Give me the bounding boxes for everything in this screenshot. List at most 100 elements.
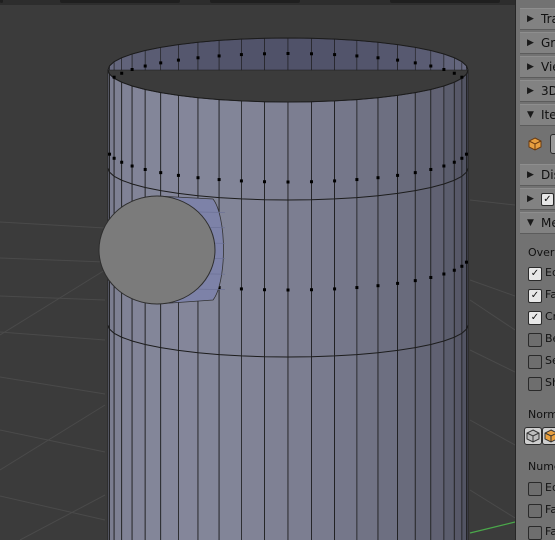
- outer-wall-face: [241, 100, 265, 540]
- face-dot: [396, 281, 400, 285]
- face-dot: [355, 54, 359, 58]
- face-dot: [159, 61, 163, 65]
- face-dot: [355, 178, 359, 182]
- collapsed-triangle-icon: ▶: [527, 62, 534, 72]
- face-dot: [112, 75, 116, 79]
- panel-header-display[interactable]: ▶Dis: [520, 164, 555, 186]
- collapsed-triangle-icon: ▶: [527, 86, 534, 96]
- outer-wall-face: [287, 101, 312, 540]
- face-dot: [196, 56, 200, 60]
- face-dot: [263, 180, 267, 184]
- face-dot: [333, 179, 337, 183]
- face-dot: [239, 287, 243, 291]
- outer-wall-face: [377, 94, 398, 540]
- face-dot: [452, 268, 456, 272]
- inner-wall-face: [241, 37, 265, 71]
- outer-wall-face: [218, 99, 242, 540]
- face-dot: [413, 279, 417, 283]
- object-name-field[interactable]: [550, 134, 555, 154]
- numerics-label: Nume: [528, 460, 555, 473]
- mesh-view[interactable]: [0, 0, 515, 540]
- expanded-triangle-icon: ▼: [527, 218, 534, 228]
- panel-header-item[interactable]: ▼Ite: [520, 104, 555, 126]
- checkbox-unchecked[interactable]: [528, 482, 542, 496]
- face-dot: [442, 272, 446, 276]
- inner-wall-face: [356, 40, 379, 71]
- face-dot: [239, 53, 243, 57]
- face-normals-icon[interactable]: [542, 427, 555, 445]
- face-dot: [108, 152, 112, 156]
- collapsed-triangle-icon: ▶: [527, 194, 534, 204]
- checkbox-checked[interactable]: ✓: [528, 311, 542, 325]
- face-dot: [464, 152, 468, 156]
- panel-header-mesh-display[interactable]: ▼Me: [520, 212, 555, 234]
- outer-wall-face: [397, 92, 416, 540]
- inner-wall-face: [218, 38, 242, 71]
- viewport-header-strip: [0, 0, 515, 5]
- face-dot: [130, 164, 134, 168]
- checkbox-unchecked[interactable]: [528, 504, 542, 518]
- overlays-label: Overl: [528, 246, 555, 259]
- inner-wall-face: [287, 37, 312, 71]
- face-dot: [396, 173, 400, 177]
- face-dot: [396, 58, 400, 62]
- face-dot: [442, 68, 446, 71]
- outer-wall-face: [109, 73, 115, 540]
- outer-wall-face: [144, 88, 162, 540]
- panel-enable-checkbox[interactable]: ✓: [541, 193, 554, 206]
- 3d-viewport[interactable]: [0, 0, 515, 540]
- face-dot: [355, 286, 359, 290]
- outer-wall-face: [113, 77, 123, 540]
- face-dot: [309, 52, 313, 56]
- face-dot: [286, 52, 290, 55]
- outer-wall-face: [160, 92, 179, 540]
- inner-wall-face: [334, 38, 358, 71]
- panel-header-view[interactable]: ▶Vie: [520, 56, 555, 78]
- checkbox-unchecked[interactable]: [528, 355, 542, 369]
- normals-label: Norm: [528, 408, 555, 421]
- outer-wall-face: [178, 94, 199, 540]
- panel-header-transform[interactable]: ▶Tra: [520, 8, 555, 30]
- collapsed-triangle-icon: ▶: [527, 14, 534, 24]
- face-dot: [263, 288, 267, 292]
- panel-header-background-images[interactable]: ▶ ✓: [520, 188, 555, 210]
- inner-wall-face: [311, 37, 335, 71]
- face-dot: [130, 68, 134, 71]
- checkbox-unchecked[interactable]: [528, 377, 542, 391]
- checkbox-unchecked[interactable]: [528, 333, 542, 347]
- expanded-triangle-icon: ▼: [527, 110, 534, 120]
- panel-header-grease-pencil[interactable]: ▶Gre: [520, 32, 555, 54]
- inner-wall-face: [264, 37, 289, 71]
- outer-wall-face: [430, 85, 445, 540]
- properties-panel: ▶Tra ▶Gre ▶Vie ▶3D ▼Ite ▶Dis ▶✓ ▼Me Over…: [515, 0, 555, 540]
- face-dot: [263, 52, 267, 56]
- cylinder-object[interactable]: [98, 195, 226, 305]
- face-dot: [286, 180, 290, 184]
- face-dot: [309, 180, 313, 184]
- face-dot: [143, 167, 147, 171]
- face-dot: [217, 54, 221, 58]
- checkbox-checked[interactable]: ✓: [528, 267, 542, 281]
- face-dot: [217, 178, 221, 182]
- face-dot: [196, 176, 200, 180]
- face-dot: [464, 260, 468, 264]
- inner-wall-face: [197, 40, 220, 71]
- outer-wall-face: [453, 77, 463, 540]
- outer-wall-face: [131, 85, 146, 540]
- panel-header-3d-cursor[interactable]: ▶3D: [520, 80, 555, 102]
- checkbox-unchecked[interactable]: [528, 526, 542, 540]
- inner-wall-face: [144, 47, 162, 71]
- face-dot: [460, 264, 464, 268]
- face-dot: [460, 156, 464, 160]
- inner-wall-face: [377, 41, 398, 71]
- vertex-normals-icon[interactable]: [524, 427, 542, 445]
- face-dot: [452, 160, 456, 164]
- collapsed-triangle-icon: ▶: [527, 170, 534, 180]
- face-dot: [376, 284, 380, 288]
- face-dot: [413, 171, 417, 175]
- face-dot: [309, 288, 313, 292]
- face-dot: [176, 58, 180, 62]
- inner-wall-face: [397, 44, 416, 71]
- face-dot: [376, 176, 380, 180]
- checkbox-checked[interactable]: ✓: [528, 289, 542, 303]
